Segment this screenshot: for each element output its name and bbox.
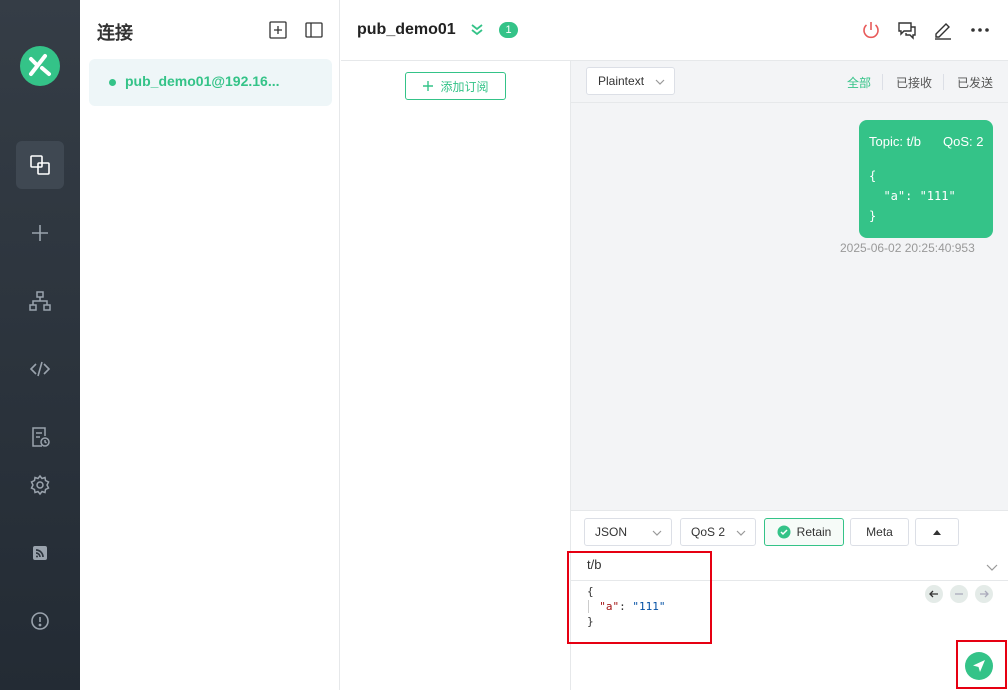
connections-icon[interactable] — [16, 141, 64, 189]
arrow-left-icon — [929, 590, 938, 598]
settings-icon[interactable] — [16, 461, 64, 509]
subscription-count-badge: 1 — [499, 22, 518, 38]
info-icon[interactable] — [16, 597, 64, 645]
connection-header: pub_demo01 1 — [341, 0, 1008, 61]
logo-icon — [20, 46, 60, 86]
chevron-down-icon[interactable] — [986, 561, 998, 573]
double-chevron-icon[interactable] — [468, 21, 486, 39]
expand-up-button[interactable] — [915, 518, 959, 546]
message-bubble[interactable]: Topic: t/b QoS: 2 { "a": "111" } — [859, 120, 993, 238]
edit-icon[interactable] — [932, 19, 954, 41]
message-format-select[interactable]: Plaintext — [586, 67, 675, 95]
chevron-down-icon — [736, 530, 746, 536]
code-icon[interactable] — [16, 345, 64, 393]
message-topic: Topic: t/b — [869, 134, 922, 149]
messages-area: Plaintext 全部 已接收 已发送 Topic: t/b QoS: 2 {… — [571, 61, 1008, 510]
check-circle-icon — [777, 525, 791, 539]
retain-label: Retain — [796, 525, 832, 539]
topology-icon[interactable] — [16, 277, 64, 325]
filter-all[interactable]: 全部 — [847, 74, 871, 91]
meta-button[interactable]: Meta — [850, 518, 909, 546]
messages-toolbar: Plaintext 全部 已接收 已发送 — [571, 61, 1008, 103]
prev-history-button[interactable] — [925, 585, 943, 603]
connection-name: pub_demo01@192.16... — [125, 73, 280, 89]
connections-panel: 连接 pub_demo01@192.16... — [80, 0, 340, 690]
plus-icon — [423, 81, 434, 91]
payload-format-value: JSON — [595, 525, 628, 539]
feed-icon[interactable] — [16, 529, 64, 577]
payload-format-select[interactable]: JSON — [584, 518, 672, 546]
plus-icon[interactable] — [16, 209, 64, 257]
new-connection-icon[interactable] — [268, 20, 288, 40]
nav-rail — [0, 0, 80, 690]
next-history-button[interactable] — [975, 585, 993, 603]
filter-sent[interactable]: 已发送 — [957, 74, 993, 91]
message-format-value: Plaintext — [598, 74, 645, 88]
highlight-box-send — [956, 640, 1007, 689]
qos-value: QoS 2 — [691, 525, 726, 539]
layout-icon[interactable] — [304, 20, 324, 40]
divider — [882, 74, 883, 90]
message-payload: { "a": "111" } — [869, 169, 956, 223]
arrow-right-icon — [980, 590, 989, 598]
add-subscription-button[interactable]: 添加订阅 — [405, 72, 506, 100]
chat-icon[interactable] — [896, 19, 918, 41]
minus-icon — [955, 593, 963, 595]
chevron-down-icon — [652, 530, 662, 536]
connection-title: pub_demo01 — [357, 21, 456, 38]
caret-up-icon — [933, 530, 941, 535]
connection-item[interactable]: pub_demo01@192.16... — [89, 59, 332, 106]
power-icon[interactable] — [860, 19, 882, 41]
log-icon[interactable] — [16, 413, 64, 461]
highlight-box-topic-payload — [567, 551, 712, 644]
retain-toggle[interactable]: Retain — [764, 518, 844, 546]
divider — [943, 74, 944, 90]
connections-title: 连接 — [97, 23, 133, 43]
filter-received[interactable]: 已接收 — [896, 74, 932, 91]
message-timestamp: 2025-06-02 20:25:40:953 — [840, 241, 975, 255]
add-subscription-label: 添加订阅 — [440, 79, 489, 94]
subscriptions-panel: 添加订阅 — [341, 61, 571, 690]
clear-history-button[interactable] — [950, 585, 968, 603]
connected-status-dot — [109, 79, 116, 86]
more-icon[interactable] — [969, 19, 991, 41]
qos-select[interactable]: QoS 2 — [680, 518, 756, 546]
chevron-down-icon — [655, 79, 665, 85]
message-qos: QoS: 2 — [943, 134, 984, 149]
